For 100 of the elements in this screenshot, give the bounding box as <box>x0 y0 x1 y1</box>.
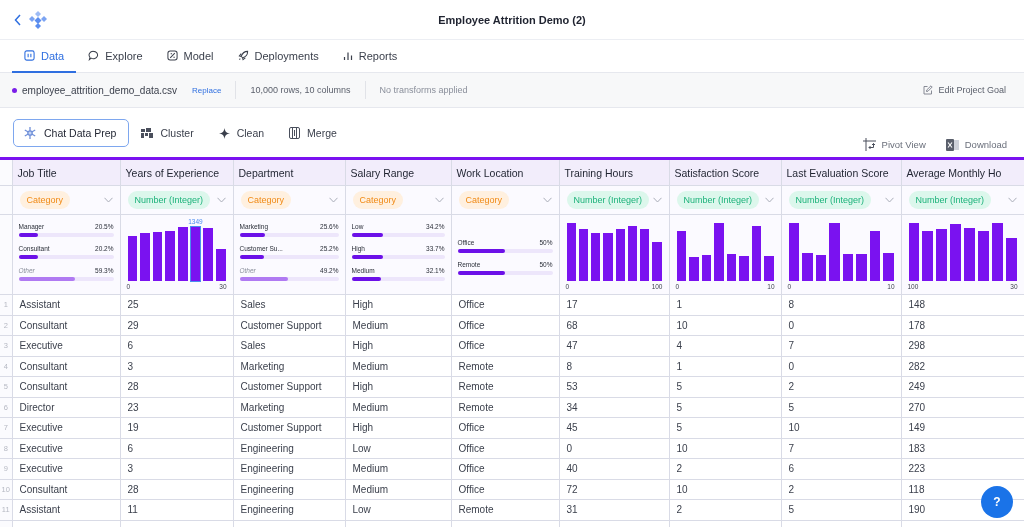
table-cell: Remote <box>451 397 559 418</box>
table-cell: 11 <box>120 499 233 520</box>
table-cell: 0 <box>781 315 901 336</box>
histogram-bar[interactable] <box>591 233 601 281</box>
table-cell: 0 <box>559 438 669 459</box>
histogram-bar[interactable] <box>127 235 138 281</box>
table-cell: 5 <box>669 397 781 418</box>
table-cell: Medium <box>345 479 451 500</box>
blocks-icon <box>141 127 154 139</box>
table-cell: High <box>345 376 451 397</box>
histogram-bar[interactable] <box>1005 237 1017 281</box>
histogram-bar[interactable] <box>815 254 826 281</box>
table-cell: Sales <box>233 294 345 315</box>
database-icon <box>24 50 35 61</box>
replace-link[interactable]: Replace <box>192 85 222 95</box>
table-cell: Office <box>451 294 559 315</box>
table-cell: 53 <box>559 376 669 397</box>
histogram-bar[interactable] <box>883 252 894 281</box>
table-cell: Engineering <box>233 458 345 479</box>
column-header[interactable]: Department <box>233 158 345 186</box>
histogram-bar[interactable] <box>726 254 736 281</box>
table-cell: Executive <box>12 335 120 356</box>
columns-icon <box>289 127 301 139</box>
row-column-count: 10,000 rows, 10 columns <box>250 85 351 95</box>
table-cell: Engineering <box>233 499 345 520</box>
column-header[interactable]: Job Title <box>12 158 120 186</box>
column-header[interactable]: Training Hours <box>559 158 669 186</box>
histogram-bar[interactable] <box>615 229 625 281</box>
table-cell: 3 <box>120 356 233 377</box>
logo-icon <box>28 10 48 29</box>
toolbar-button[interactable]: Pivot View <box>858 136 930 153</box>
chat-bubble-icon <box>88 50 100 61</box>
toolbar-button[interactable]: Download <box>941 136 1011 153</box>
column-header[interactable]: Satisfaction Score <box>669 158 781 186</box>
table-cell: Remote <box>451 499 559 520</box>
table-cell: 6 <box>781 458 901 479</box>
table-cell: Office <box>451 335 559 356</box>
table-cell: 1 <box>669 356 781 377</box>
toolbar-button[interactable]: Clean <box>208 119 278 147</box>
histogram-bar[interactable] <box>578 229 588 281</box>
table-cell: 45 <box>559 417 669 438</box>
table-cell: 2 <box>669 458 781 479</box>
histogram-bar[interactable] <box>640 229 650 281</box>
table-cell: Director <box>12 397 120 418</box>
histogram-bar[interactable] <box>936 229 948 281</box>
table-cell: 5 <box>669 376 781 397</box>
table-cell: Engineering <box>233 438 345 459</box>
edit-goal-button[interactable]: Edit Project Goal <box>917 84 1012 96</box>
toolbar-button[interactable]: Chat Data Prep <box>13 119 130 147</box>
table-cell: 2 <box>781 479 901 500</box>
table-cell: Engineering <box>233 479 345 500</box>
sparkle-icon <box>218 127 230 139</box>
histogram-bar[interactable] <box>215 249 226 281</box>
column-header[interactable]: Years of Experience <box>120 158 233 186</box>
table-cell: 68 <box>559 315 669 336</box>
nav-tab[interactable]: Deployments <box>225 40 331 73</box>
table-cell: Medium <box>345 397 451 418</box>
column-header[interactable]: Last Evaluation Score <box>781 158 901 186</box>
table-cell: Office <box>451 438 559 459</box>
column-header[interactable]: Work Location <box>451 158 559 186</box>
table-cell: Executive <box>12 458 120 479</box>
table-cell: Customer Support <box>233 417 345 438</box>
table-cell: 0 <box>781 356 901 377</box>
histogram-bar[interactable] <box>842 254 853 281</box>
table-cell: 40 <box>559 458 669 479</box>
column-header[interactable]: Average Monthly Ho <box>901 158 1024 186</box>
table-cell: 5 <box>781 499 901 520</box>
histogram-bar[interactable] <box>991 223 1003 281</box>
histogram-bar[interactable] <box>152 231 163 281</box>
histogram-bar[interactable] <box>869 230 880 281</box>
histogram-bar[interactable] <box>701 254 711 281</box>
histogram-bar[interactable] <box>922 231 934 281</box>
table-cell: Medium <box>345 458 451 479</box>
table-cell: 19 <box>120 417 233 438</box>
histogram-bar[interactable] <box>676 231 686 281</box>
histogram-bar[interactable] <box>566 223 576 281</box>
histogram-bar[interactable] <box>908 223 920 281</box>
nav-tab[interactable]: Explore <box>76 40 155 73</box>
column-header[interactable]: Salary Range <box>345 158 451 186</box>
histogram-bar[interactable] <box>751 225 761 281</box>
table-cell: 47 <box>559 335 669 356</box>
toolbar-button[interactable]: Merge <box>279 119 350 147</box>
back-button[interactable] <box>14 13 22 26</box>
table-cell: 4 <box>669 335 781 356</box>
histogram-bar[interactable] <box>627 225 637 281</box>
table-cell: 8 <box>559 356 669 377</box>
histogram-bar[interactable] <box>652 241 662 281</box>
table-cell: 10 <box>669 315 781 336</box>
table-cell: Customer Support <box>233 315 345 336</box>
table-cell: Executive <box>12 417 120 438</box>
table-cell: Office <box>451 479 559 500</box>
table-cell: 25 <box>120 294 233 315</box>
histogram-bar[interactable] <box>788 223 799 281</box>
table-cell: Assistant <box>12 499 120 520</box>
nav-tab[interactable]: Reports <box>330 40 410 73</box>
nav-tab[interactable]: Model <box>154 40 226 73</box>
bar-chart-icon <box>342 50 353 61</box>
histogram-bar[interactable] <box>977 231 989 281</box>
table-cell: Office <box>451 458 559 479</box>
toolbar-button[interactable]: Cluster <box>131 119 207 147</box>
